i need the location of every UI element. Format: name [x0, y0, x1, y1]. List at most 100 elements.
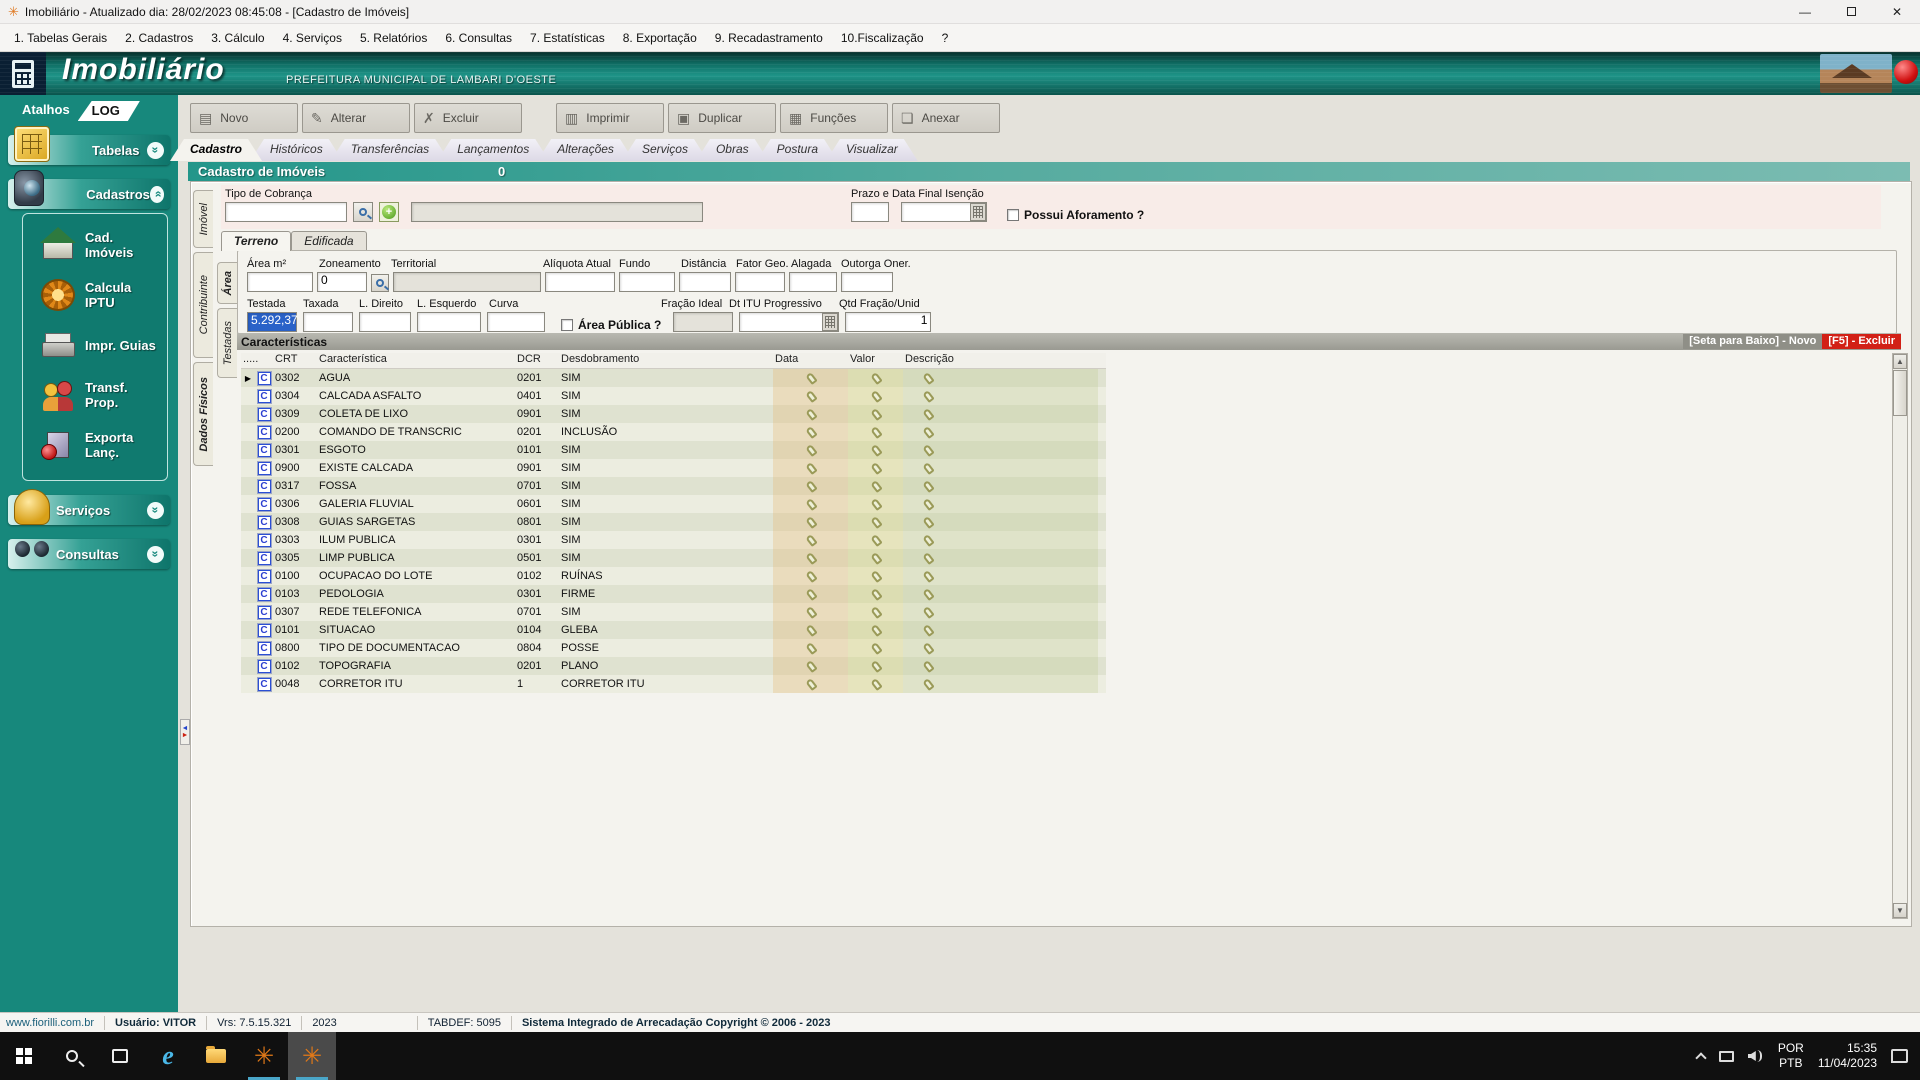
descricao-attachment-cell[interactable] — [903, 477, 1098, 495]
valor-attachment-cell[interactable] — [848, 423, 903, 441]
characteristic-type-cell[interactable]: C — [253, 675, 273, 693]
language-indicator[interactable]: POR PTB — [1778, 1041, 1804, 1071]
sidebar-group-tabelas[interactable]: Tabelas » — [8, 126, 170, 165]
search-button[interactable] — [353, 202, 373, 222]
toolbar-button-duplicar[interactable]: ▣ Duplicar — [668, 103, 776, 133]
data-attachment-cell[interactable] — [773, 603, 848, 621]
characteristic-type-cell[interactable]: C — [253, 369, 273, 387]
table-row[interactable]: C 0309 COLETA DE LIXO 0901 SIM — [241, 405, 1106, 423]
valor-attachment-cell[interactable] — [848, 387, 903, 405]
characteristic-type-cell[interactable]: C — [253, 477, 273, 495]
menu-item[interactable]: 10.Fiscalização — [833, 27, 932, 49]
chevron-down-icon[interactable]: » — [147, 501, 164, 519]
notifications-icon[interactable] — [1891, 1049, 1908, 1063]
internet-explorer-button[interactable]: e — [144, 1032, 192, 1080]
chevron-up-icon[interactable]: » — [149, 185, 164, 203]
menu-item[interactable]: 6. Consultas — [437, 27, 520, 49]
sidebar-item-impr-guias[interactable]: Impr. Guias — [27, 320, 163, 370]
header-descricao[interactable]: Descrição — [903, 353, 1098, 368]
toolbar-button-novo[interactable]: ▤ Novo — [190, 103, 298, 133]
descricao-attachment-cell[interactable] — [903, 513, 1098, 531]
start-button[interactable] — [0, 1032, 48, 1080]
dt-itu-input[interactable] — [739, 312, 840, 332]
table-row[interactable]: C 0303 ILUM PUBLICA 0301 SIM — [241, 531, 1106, 549]
header-crt[interactable]: CRT — [273, 353, 317, 368]
prazo-input[interactable] — [851, 202, 889, 222]
curva-input[interactable] — [487, 312, 545, 332]
fracao-ideal-input[interactable] — [673, 312, 734, 332]
fundo-input[interactable] — [619, 272, 675, 292]
sidebar-group-cadastros[interactable]: Cadastros» — [8, 170, 170, 209]
characteristic-type-cell[interactable]: C — [253, 405, 273, 423]
chevron-down-icon[interactable]: » — [147, 141, 164, 159]
vtab-testadas[interactable]: Testadas — [217, 308, 237, 378]
table-row[interactable]: C 0317 FOSSA 0701 SIM — [241, 477, 1106, 495]
fiorilli-app-button-active[interactable]: ✳ — [288, 1032, 336, 1080]
subtab-terreno[interactable]: Terreno — [221, 231, 292, 251]
valor-attachment-cell[interactable] — [848, 549, 903, 567]
characteristic-type-cell[interactable]: C — [253, 423, 273, 441]
testada-input[interactable]: 5.292,37 — [247, 312, 298, 332]
valor-attachment-cell[interactable] — [848, 675, 903, 693]
header-dots[interactable]: ..... — [241, 353, 273, 368]
aforamento-checkbox[interactable] — [1007, 209, 1019, 221]
qtd-fracao-input[interactable]: 1 — [845, 312, 932, 332]
data-attachment-cell[interactable] — [773, 459, 848, 477]
characteristic-type-cell[interactable]: C — [253, 567, 273, 585]
minimize-button[interactable]: — — [1782, 0, 1828, 23]
header-caracteristica[interactable]: Característica — [317, 353, 515, 368]
sidebar-item-exporta-lan-[interactable]: Exporta Lanç. — [27, 420, 163, 470]
scroll-up-icon[interactable]: ▲ — [1893, 354, 1907, 369]
valor-attachment-cell[interactable] — [848, 639, 903, 657]
menu-item[interactable]: 4. Serviços — [275, 27, 350, 49]
valor-attachment-cell[interactable] — [848, 477, 903, 495]
close-button[interactable]: ✕ — [1874, 0, 1920, 23]
valor-attachment-cell[interactable] — [848, 603, 903, 621]
sidebar-group-consultas[interactable]: Consultas » — [8, 539, 170, 569]
distancia-input[interactable] — [679, 272, 731, 292]
characteristic-type-cell[interactable]: C — [253, 639, 273, 657]
data-attachment-cell[interactable] — [773, 477, 848, 495]
table-row[interactable]: C 0308 GUIAS SARGETAS 0801 SIM — [241, 513, 1106, 531]
menu-item[interactable]: 8. Exportação — [615, 27, 705, 49]
data-attachment-cell[interactable] — [773, 639, 848, 657]
header-data[interactable]: Data — [773, 353, 848, 368]
descricao-attachment-cell[interactable] — [903, 603, 1098, 621]
data-attachment-cell[interactable] — [773, 657, 848, 675]
fator-geo-input[interactable] — [735, 272, 785, 292]
table-row[interactable]: C 0102 TOPOGRAFIA 0201 PLANO — [241, 657, 1106, 675]
table-row[interactable]: C 0048 CORRETOR ITU 1 CORRETOR ITU — [241, 675, 1106, 693]
descricao-attachment-cell[interactable] — [903, 369, 1098, 387]
toolbar-button-imprimir[interactable]: ▥ Imprimir — [556, 103, 664, 133]
table-row[interactable]: C 0900 EXISTE CALCADA 0901 SIM — [241, 459, 1106, 477]
network-icon[interactable] — [1718, 1050, 1734, 1062]
sidebar-item-transf-prop-[interactable]: Transf. Prop. — [27, 370, 163, 420]
descricao-attachment-cell[interactable] — [903, 405, 1098, 423]
table-row[interactable]: C 0305 LIMP PUBLICA 0501 SIM — [241, 549, 1106, 567]
toolbar-button-anexar[interactable]: ❏ Anexar — [892, 103, 1000, 133]
data-attachment-cell[interactable] — [773, 369, 848, 387]
descricao-attachment-cell[interactable] — [903, 585, 1098, 603]
zoneamento-search-button[interactable] — [371, 274, 389, 292]
descricao-attachment-cell[interactable] — [903, 621, 1098, 639]
valor-attachment-cell[interactable] — [848, 513, 903, 531]
splitter-handle[interactable]: ◄ ► — [180, 719, 190, 745]
header-desdobramento[interactable]: Desdobramento — [559, 353, 773, 368]
data-attachment-cell[interactable] — [773, 549, 848, 567]
valor-attachment-cell[interactable] — [848, 495, 903, 513]
table-row[interactable]: C 0800 TIPO DE DOCUMENTACAO 0804 POSSE — [241, 639, 1106, 657]
scrollbar-thumb[interactable] — [1893, 370, 1907, 416]
tab-visualizar[interactable]: Visualizar — [826, 139, 918, 161]
characteristic-type-cell[interactable]: C — [253, 549, 273, 567]
header-valor[interactable]: Valor — [848, 353, 903, 368]
menu-item[interactable]: 1. Tabelas Gerais — [6, 27, 115, 49]
data-attachment-cell[interactable] — [773, 585, 848, 603]
calendar-icon[interactable] — [970, 203, 986, 221]
valor-attachment-cell[interactable] — [848, 459, 903, 477]
data-attachment-cell[interactable] — [773, 495, 848, 513]
data-attachment-cell[interactable] — [773, 441, 848, 459]
vertical-scrollbar[interactable]: ▲ ▼ — [1892, 353, 1908, 919]
sidebar-item-cad-im-veis[interactable]: Cad. Imóveis — [27, 220, 163, 270]
tab-transferências[interactable]: Transferências — [331, 139, 449, 161]
tab-alterações[interactable]: Alterações — [537, 139, 634, 161]
